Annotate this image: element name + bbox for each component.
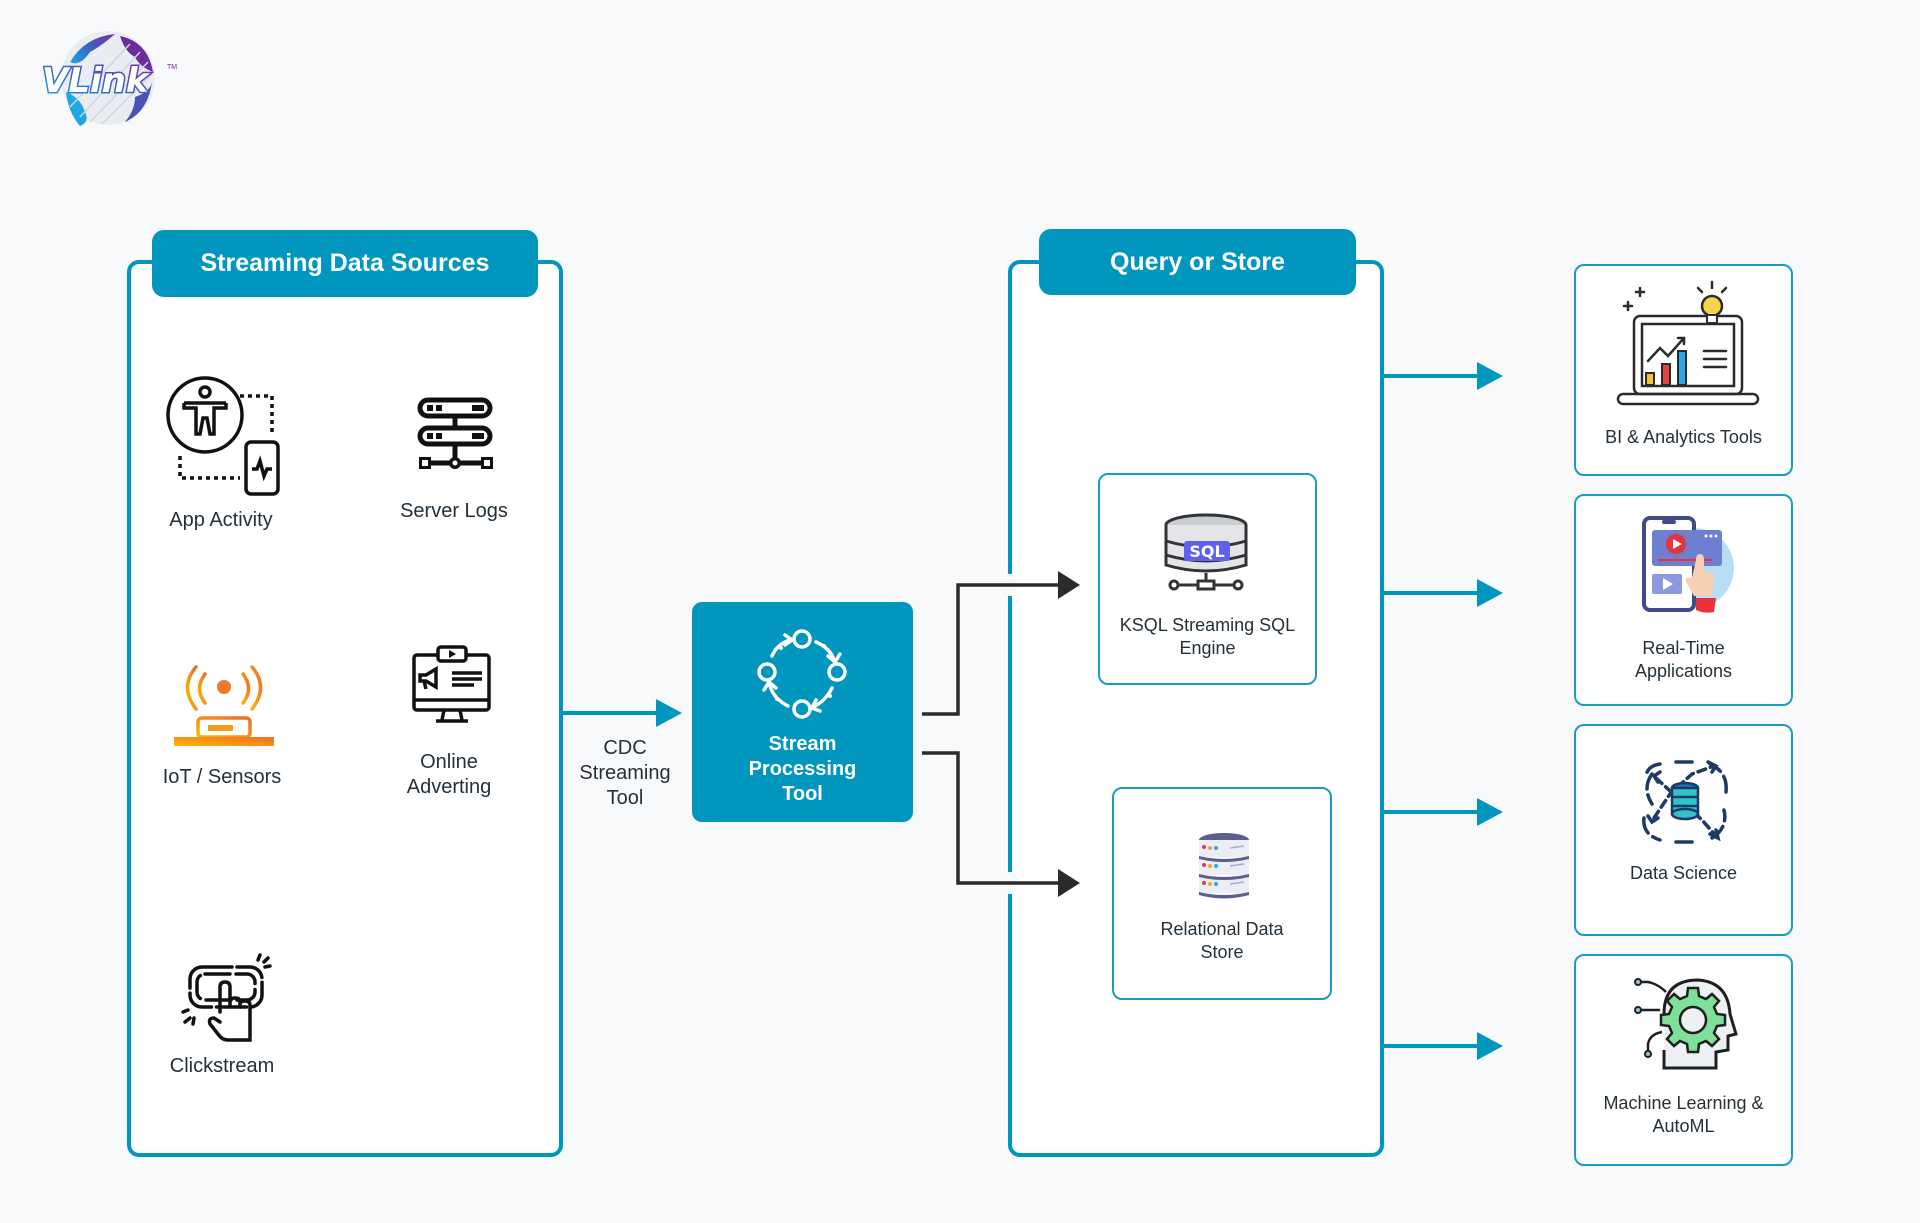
online-advertising-label-line2: Adverting <box>406 776 492 798</box>
server-logs-icon <box>417 397 493 469</box>
relational-label: Relational Data Store <box>1114 918 1330 964</box>
realtime-label-line1: Real-Time <box>1642 638 1725 658</box>
ksql-label-line2: Engine <box>1179 638 1236 658</box>
ksql-label: KSQL Streaming SQL Engine <box>1100 614 1315 660</box>
cdc-label-line3: Tool <box>606 787 644 809</box>
analytics-laptop-icon <box>1616 280 1760 406</box>
sql-database-icon: SQL <box>1164 513 1248 591</box>
bi-label-line1: BI & Analytics Tools <box>1605 427 1762 447</box>
relational-label-line1: Relational Data <box>1160 919 1284 939</box>
relational-label-line2: Store <box>1200 942 1244 962</box>
cdc-label-line2: Streaming <box>579 762 671 784</box>
bi-analytics-card: BI & Analytics Tools <box>1574 264 1793 476</box>
machine-learning-card: Machine Learning & AutoML <box>1574 954 1793 1166</box>
online-advertising-label-line1: Online <box>420 751 478 773</box>
streaming-data-sources-title: Streaming Data Sources <box>152 230 538 297</box>
ml-label-line1: Machine Learning & <box>1603 1093 1764 1113</box>
realtime-label-line2: Applications <box>1634 661 1733 681</box>
ml-label-line2: AutoML <box>1652 1116 1715 1136</box>
data-science-icon <box>1642 760 1728 844</box>
stream-label-line2: Processing <box>748 758 857 780</box>
arrow-to-realtime <box>1382 579 1503 607</box>
cycle-icon <box>757 629 847 719</box>
ml-label: Machine Learning & AutoML <box>1576 1092 1791 1138</box>
database-icon <box>1199 833 1249 899</box>
iot-sensor-icon <box>174 665 274 746</box>
stream-processing-label: Stream Processing Tool <box>692 732 913 807</box>
svg-text:TM: TM <box>167 64 177 71</box>
arrow-to-ml <box>1382 1032 1503 1060</box>
ksql-engine-card: SQL KSQL Streaming SQL Engine <box>1098 473 1317 685</box>
ml-brain-gear-icon <box>1634 978 1738 1070</box>
iot-sensors-label: IoT / Sensors <box>162 766 282 788</box>
server-logs-label: Server Logs <box>400 500 508 522</box>
clickstream-label: Clickstream <box>169 1055 275 1077</box>
svg-text:SQL: SQL <box>1189 542 1224 561</box>
relational-data-store-card: Relational Data Store <box>1112 787 1332 1000</box>
data-science-label-line1: Data Science <box>1629 863 1738 883</box>
mobile-app-icon <box>1642 516 1734 613</box>
query-or-store-title: Query or Store <box>1039 229 1356 295</box>
stream-processing-tool: Stream Processing Tool <box>692 602 913 822</box>
app-activity-icon <box>166 376 280 496</box>
svg-text:VLink: VLink <box>42 61 151 101</box>
data-science-label: Data Science <box>1576 862 1791 885</box>
query-or-store-panel <box>1008 260 1384 1157</box>
stream-label-line1: Stream <box>768 733 837 755</box>
bi-label: BI & Analytics Tools <box>1576 426 1791 449</box>
ksql-label-line1: KSQL Streaming SQL <box>1119 615 1296 635</box>
realtime-label: Real-Time Applications <box>1576 637 1791 683</box>
panel-title-text: Query or Store <box>1109 247 1286 276</box>
clickstream-icon <box>181 953 272 1042</box>
data-science-card: Data Science <box>1574 724 1793 936</box>
realtime-applications-card: Real-Time Applications <box>1574 494 1793 706</box>
stream-label-line3: Tool <box>782 783 823 805</box>
panel-title-text: Streaming Data Sources <box>200 249 490 277</box>
app-activity-label: App Activity <box>169 509 273 531</box>
vlink-logo: VLink TM <box>40 22 190 132</box>
cdc-label-line1: CDC <box>603 737 647 759</box>
online-advertising-icon <box>412 645 491 723</box>
arrow-to-data-science <box>1382 798 1503 826</box>
arrow-to-bi <box>1382 362 1503 390</box>
globe-icon: VLink TM <box>41 31 177 126</box>
